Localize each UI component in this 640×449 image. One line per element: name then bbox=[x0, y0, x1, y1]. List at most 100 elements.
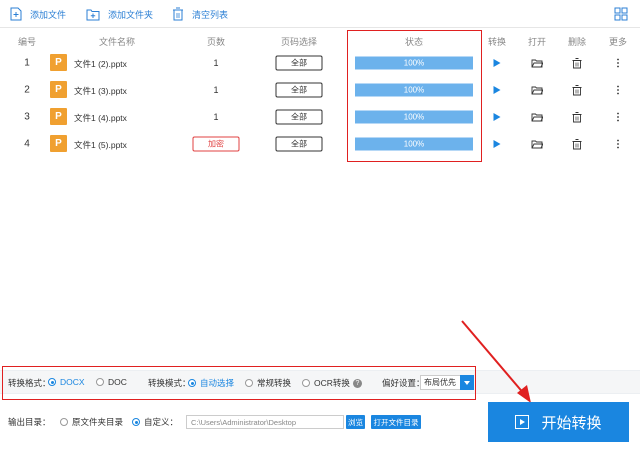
row-index: 2 bbox=[24, 84, 30, 96]
more-options-icon[interactable] bbox=[612, 111, 624, 123]
convert-play-icon[interactable] bbox=[493, 86, 501, 94]
help-icon[interactable]: ? bbox=[352, 378, 362, 388]
mode-auto-radio[interactable]: 自动选择 bbox=[188, 377, 234, 389]
delete-trash-icon[interactable] bbox=[571, 111, 583, 123]
open-output-folder-button[interactable]: 打开文件目录 bbox=[371, 415, 421, 429]
header-filename: 文件名称 bbox=[98, 37, 136, 47]
format-docx-label: DOCX bbox=[60, 377, 85, 387]
output-custom-radio[interactable]: 自定义： bbox=[132, 416, 178, 428]
add-file-icon bbox=[10, 7, 22, 21]
open-folder-icon[interactable] bbox=[531, 111, 543, 123]
status-progress-bar: 100% bbox=[355, 56, 473, 70]
grid-view-icon[interactable] bbox=[614, 7, 628, 21]
output-directory-row: 输出目录： 原文件夹目录 自定义： 浏览 打开文件目录 bbox=[0, 410, 480, 434]
conversion-options-bar: 转换格式： DOCX DOC 转换模式： 自动选择 常规转换 OCR转换 ? 偏… bbox=[0, 370, 640, 394]
format-option-group: 转换格式： bbox=[8, 377, 51, 389]
header-status: 状态 bbox=[404, 37, 424, 47]
format-doc-label: DOC bbox=[108, 377, 127, 387]
more-options-icon[interactable] bbox=[612, 57, 624, 69]
output-custom-label: 自定义： bbox=[144, 417, 179, 427]
row-index: 1 bbox=[24, 57, 30, 69]
start-convert-button[interactable]: 开始转换 bbox=[488, 402, 629, 442]
table-row[interactable]: 2 P 文件1 (3).pptx 1 全部 100% bbox=[0, 77, 640, 103]
open-folder-icon[interactable] bbox=[531, 84, 543, 96]
browse-button[interactable]: 浏览 bbox=[346, 415, 365, 429]
mode-ocr-label: OCR转换 bbox=[314, 378, 350, 388]
pref-label: 偏好设置： bbox=[382, 378, 425, 388]
radio-selected-icon bbox=[48, 378, 56, 386]
format-docx-radio[interactable]: DOCX bbox=[48, 377, 85, 387]
row-pages: 1 bbox=[213, 85, 219, 95]
status-progress-bar: 100% bbox=[355, 83, 473, 97]
play-icon bbox=[515, 415, 530, 429]
browse-label: 浏览 bbox=[348, 417, 363, 427]
radio-selected-icon bbox=[132, 418, 140, 426]
output-label: 输出目录： bbox=[8, 417, 51, 427]
output-path-input[interactable] bbox=[186, 415, 344, 429]
more-options-icon[interactable] bbox=[612, 138, 624, 150]
table-row[interactable]: 4 P 文件1 (5).pptx 加密 全部 100% bbox=[0, 131, 640, 157]
clear-list-button[interactable]: 清空列表 bbox=[172, 6, 228, 22]
delete-trash-icon[interactable] bbox=[571, 57, 583, 69]
add-file-button[interactable]: 添加文件 bbox=[10, 6, 66, 22]
table-row[interactable]: 1 P 文件1 (2).pptx 1 全部 100% bbox=[0, 50, 640, 76]
row-filename: 文件1 (5).pptx bbox=[74, 140, 127, 150]
add-folder-icon bbox=[86, 9, 100, 20]
page-range-button[interactable]: 全部 bbox=[275, 82, 323, 98]
mode-label: 转换模式： bbox=[148, 378, 191, 388]
add-folder-label: 添加文件夹 bbox=[108, 9, 154, 20]
table-row[interactable]: 3 P 文件1 (4).pptx 1 全部 100% bbox=[0, 104, 640, 130]
row-pages: 1 bbox=[213, 58, 219, 68]
mode-ocr-radio[interactable]: OCR转换 ? bbox=[302, 377, 362, 389]
header-pages: 页数 bbox=[206, 37, 226, 47]
progress-text: 100% bbox=[403, 58, 425, 68]
row-filename: 文件1 (4).pptx bbox=[74, 113, 127, 123]
header-index: 编号 bbox=[17, 37, 37, 47]
add-file-label: 添加文件 bbox=[30, 9, 67, 20]
format-label: 转换格式： bbox=[8, 378, 51, 388]
convert-play-icon[interactable] bbox=[493, 113, 501, 121]
output-original-label: 原文件夹目录 bbox=[72, 417, 124, 427]
open-folder-icon[interactable] bbox=[531, 138, 543, 150]
radio-unselected-icon bbox=[302, 379, 310, 387]
pptx-file-icon: P bbox=[50, 54, 67, 71]
output-label-wrap: 输出目录： bbox=[8, 416, 51, 428]
format-doc-radio[interactable]: DOC bbox=[96, 377, 127, 387]
radio-unselected-icon bbox=[245, 379, 253, 387]
delete-trash-icon[interactable] bbox=[571, 84, 583, 96]
more-options-icon[interactable] bbox=[612, 84, 624, 96]
pptx-file-icon: P bbox=[50, 135, 67, 152]
preference-value: 布局优先 bbox=[424, 378, 456, 387]
page-range-button[interactable]: 全部 bbox=[275, 109, 323, 125]
mode-auto-label: 自动选择 bbox=[200, 378, 235, 388]
encrypted-badge: 加密 bbox=[192, 136, 240, 152]
open-folder-icon[interactable] bbox=[531, 57, 543, 69]
header-more: 更多 bbox=[608, 37, 628, 47]
add-folder-button[interactable]: 添加文件夹 bbox=[86, 6, 153, 22]
output-original-radio[interactable]: 原文件夹目录 bbox=[60, 416, 123, 428]
open-output-folder-label: 打开文件目录 bbox=[373, 417, 419, 427]
row-filename: 文件1 (2).pptx bbox=[74, 59, 127, 69]
mode-option-group: 转换模式： bbox=[148, 377, 191, 389]
header-delete: 删除 bbox=[567, 37, 587, 47]
toolbar: 添加文件 添加文件夹 清空列表 bbox=[0, 0, 640, 28]
header-open: 打开 bbox=[527, 37, 547, 47]
convert-play-icon[interactable] bbox=[493, 59, 501, 67]
header-convert: 转换 bbox=[487, 37, 507, 47]
delete-trash-icon[interactable] bbox=[571, 138, 583, 150]
header-page-range: 页码选择 bbox=[280, 37, 318, 47]
row-filename: 文件1 (3).pptx bbox=[74, 86, 127, 96]
table-header: 编号 文件名称 页数 页码选择 状态 转换 打开 删除 更多 bbox=[0, 30, 640, 50]
mode-normal-radio[interactable]: 常规转换 bbox=[245, 377, 291, 389]
annotation-arrow bbox=[461, 320, 531, 403]
page-range-button[interactable]: 全部 bbox=[275, 136, 323, 152]
row-index: 3 bbox=[24, 111, 30, 123]
pptx-file-icon: P bbox=[50, 81, 67, 98]
mode-normal-label: 常规转换 bbox=[257, 378, 292, 388]
radio-unselected-icon bbox=[96, 378, 104, 386]
convert-play-icon[interactable] bbox=[493, 140, 501, 148]
progress-text: 100% bbox=[403, 85, 425, 95]
status-progress-bar: 100% bbox=[355, 137, 473, 151]
clear-list-icon bbox=[173, 7, 183, 21]
page-range-button[interactable]: 全部 bbox=[275, 55, 323, 71]
